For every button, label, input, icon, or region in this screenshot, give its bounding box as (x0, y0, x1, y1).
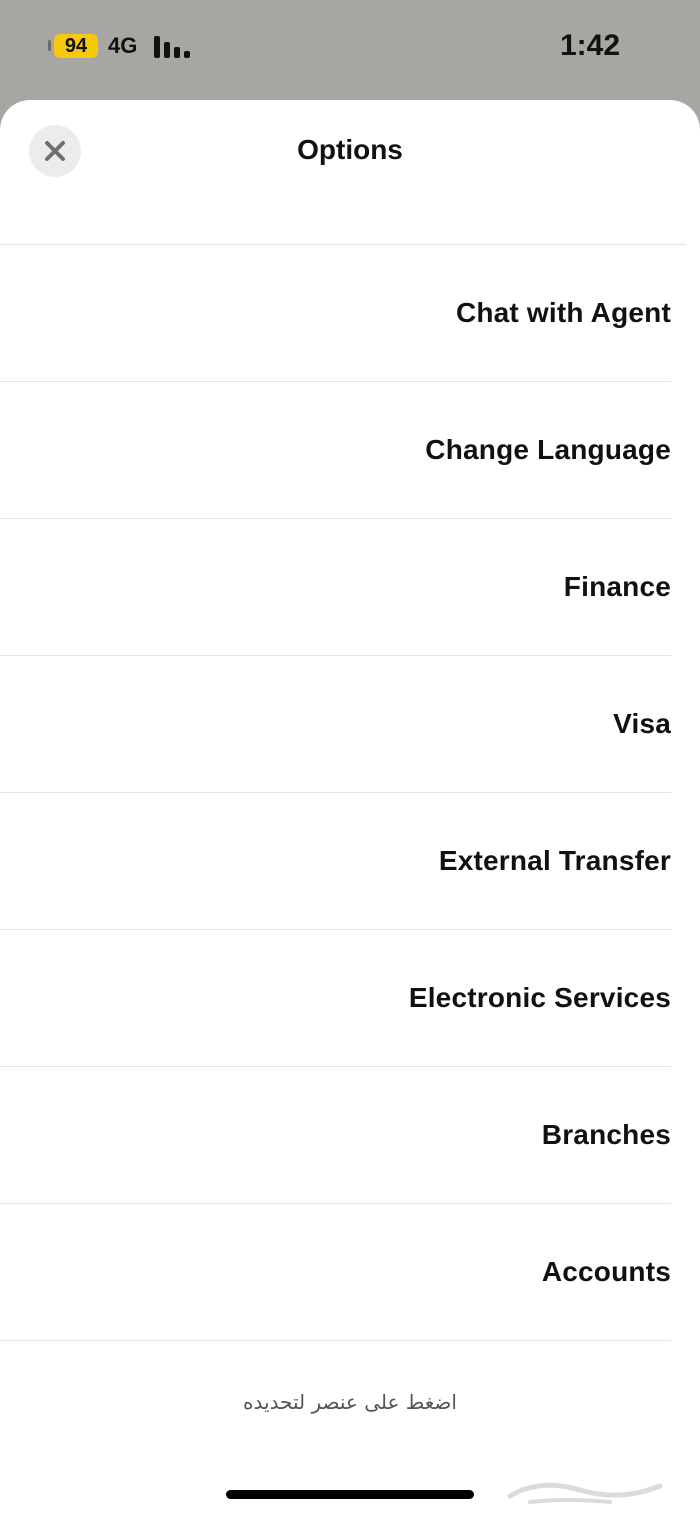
option-label: Visa (613, 708, 671, 739)
home-indicator[interactable] (226, 1490, 474, 1499)
signal-icon (154, 36, 194, 58)
selection-hint: اضغط على عنصر لتحديده (243, 1390, 457, 1414)
option-finance[interactable]: Finance (0, 519, 671, 656)
option-label: Accounts (541, 1256, 671, 1287)
option-label: Change Language (425, 434, 671, 465)
option-change-language[interactable]: Change Language (0, 382, 671, 519)
option-electronic-services[interactable]: Electronic Services (0, 930, 671, 1067)
option-label: Electronic Services (408, 982, 671, 1013)
sheet-header: Options (0, 100, 686, 245)
options-sheet: Options Chat with Agent Change Language … (0, 100, 700, 1514)
watermark-logo (507, 1482, 663, 1504)
option-chat-with-agent[interactable]: Chat with Agent (0, 245, 671, 382)
battery-indicator: 94 (54, 34, 98, 58)
status-bar: 94 4G 1:42 (0, 0, 700, 96)
battery-nub (48, 40, 51, 51)
option-external-transfer[interactable]: External Transfer (0, 793, 671, 930)
option-label: Finance (563, 571, 671, 602)
options-list: Chat with Agent Change Language Finance … (0, 245, 700, 1341)
option-label: Chat with Agent (455, 297, 671, 328)
option-label: Branches (541, 1119, 671, 1150)
option-accounts[interactable]: Accounts (0, 1204, 671, 1341)
screen: 94 4G 1:42 Options Chat with Agent Chang… (0, 0, 700, 1514)
network-type: 4G (108, 33, 138, 58)
option-visa[interactable]: Visa (0, 656, 671, 793)
option-label: External Transfer (438, 845, 671, 876)
page-title: Options (297, 134, 403, 165)
option-branches[interactable]: Branches (0, 1067, 671, 1204)
status-clock: 1:42 (559, 29, 620, 62)
